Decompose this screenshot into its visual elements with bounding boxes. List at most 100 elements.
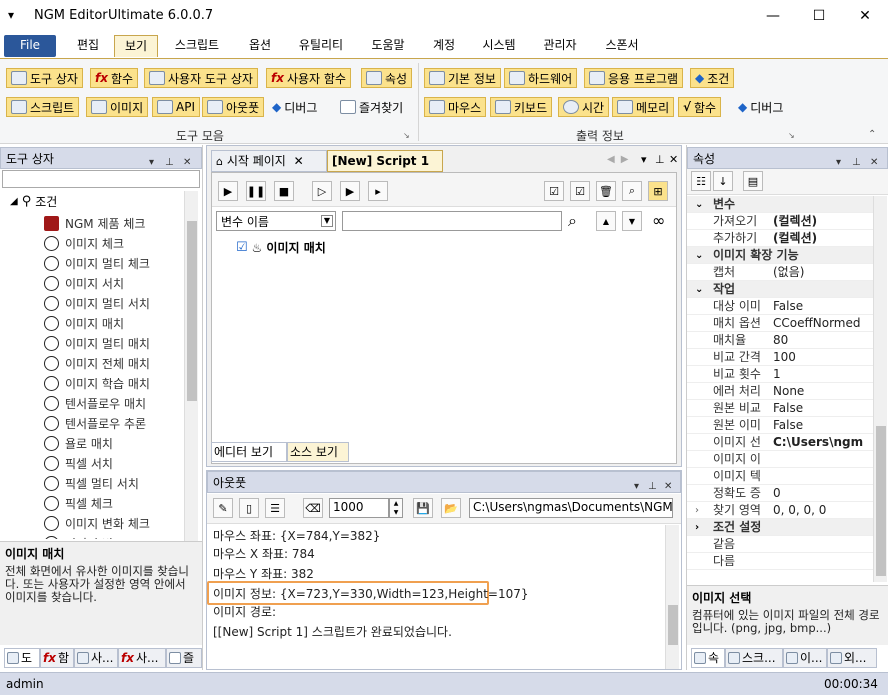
ribbon-hardware-button[interactable]: 하드웨어 [504, 68, 578, 88]
ribbon-user-toolbox-button[interactable]: 사용자 도구 상자 [144, 68, 258, 88]
menu-file[interactable]: File [4, 35, 56, 57]
tree-item[interactable]: 픽셀 체크 [44, 493, 113, 513]
property-category[interactable]: ⌄ 이미지 확장 기능 [687, 247, 873, 264]
ribbon-debug2-button[interactable]: ◆ 디버그 [734, 97, 787, 117]
left-tab-favorites[interactable]: 즐 [166, 648, 202, 668]
property-row[interactable]: 대상 이미 False [687, 298, 873, 315]
toolbox-search-input[interactable] [2, 170, 200, 188]
search-icon[interactable]: ⌕ [568, 211, 577, 231]
move-up-button[interactable]: ▲ [596, 211, 616, 231]
close-button[interactable]: ✕ [842, 0, 888, 32]
ribbon-properties-button[interactable]: 속성 [361, 68, 413, 88]
property-row[interactable]: 정확도 증 0 [687, 485, 873, 502]
ribbon-application-button[interactable]: 응용 프로그램 [584, 68, 684, 88]
sort-alpha-button[interactable]: ↓ [713, 171, 733, 191]
property-row[interactable]: 원본 비교 False [687, 400, 873, 417]
right-tab-image[interactable]: 이... [783, 648, 827, 668]
menu-system[interactable]: 시스템 [474, 35, 524, 57]
category-expand-icon[interactable]: ⌄ [695, 281, 703, 298]
minimize-button[interactable]: — [750, 0, 796, 32]
property-category[interactable]: ⌄ 작업 [687, 281, 873, 298]
output-save-button[interactable]: 💾 [413, 498, 433, 518]
property-row[interactable]: 다름 [687, 553, 873, 570]
infinity-icon[interactable]: ∞ [652, 211, 665, 230]
property-row[interactable]: 추가하기 (컬렉션) [687, 230, 873, 247]
property-value[interactable]: (컬렉션) [773, 230, 873, 247]
tree-item[interactable]: 이미지 멀티 체크 [44, 253, 150, 273]
property-row[interactable]: 가져오기 (컬렉션) [687, 213, 873, 230]
ribbon-image-button[interactable]: 이미지 [86, 97, 149, 117]
tree-item[interactable]: 텐서플로우 매치 [44, 393, 146, 413]
property-value[interactable]: (없음) [773, 264, 873, 281]
property-value[interactable]: False [773, 298, 873, 315]
tree-item[interactable]: 이미지 멀티 서치 [44, 293, 150, 313]
doc-close-icon[interactable]: ✕ [669, 153, 678, 166]
property-row[interactable]: 매치 옵션 CCoeffNormed [687, 315, 873, 332]
right-tab-properties[interactable]: 속 [691, 648, 725, 668]
dropdown-chevron-icon[interactable]: ▼ [321, 215, 333, 227]
property-row[interactable]: 비교 횟수 1 [687, 366, 873, 383]
categorized-button[interactable]: ☷ [691, 171, 711, 191]
group-launcher-icon[interactable]: ↘ [403, 131, 410, 140]
check-button[interactable]: ☑ [570, 181, 590, 201]
menu-view[interactable]: 보기 [114, 35, 158, 57]
property-row[interactable]: 매치율 80 [687, 332, 873, 349]
scroll-thumb[interactable] [187, 221, 197, 401]
output-scroll-thumb[interactable] [668, 605, 678, 645]
props-scrollbar[interactable] [873, 196, 887, 582]
tree-root[interactable]: ◢ ⚲ 조건 [10, 193, 57, 210]
ribbon-output-button[interactable]: 아웃풋 [202, 97, 265, 117]
ribbon-user-function-button[interactable]: fx 사용자 함수 [266, 68, 351, 88]
move-down-button[interactable]: ▼ [622, 211, 642, 231]
tree-item[interactable]: 텐서플로우 추론 [44, 413, 146, 433]
ribbon-script-button[interactable]: 스크립트 [6, 97, 80, 117]
variable-name-select[interactable]: 변수 이름 ▼ [216, 211, 336, 231]
left-tab-user-toolbox[interactable]: 사... [74, 648, 118, 668]
property-value[interactable]: 1 [773, 366, 873, 383]
run-button[interactable]: ▶ [218, 181, 238, 201]
row-expand-icon[interactable]: › [695, 502, 699, 519]
right-tab-script[interactable]: 스크... [725, 648, 783, 668]
property-value[interactable]: 0 [773, 485, 873, 502]
stop-button[interactable]: ■ [274, 181, 294, 201]
property-row[interactable]: 이미지 텍 [687, 468, 873, 485]
right-tab-external[interactable]: 외... [827, 648, 877, 668]
tree-view-button[interactable]: ⊞ [648, 181, 668, 201]
output-clear-button[interactable]: ✎ [213, 498, 233, 518]
menu-options[interactable]: 옵션 [238, 35, 282, 57]
tree-item[interactable]: 이미지 체크 [44, 233, 124, 253]
ribbon-time-button[interactable]: 시간 [558, 97, 610, 117]
doc-pin-icon[interactable]: ⊥ [655, 153, 665, 166]
tree-item[interactable]: 이미지 매치 [44, 313, 124, 333]
output-count-input[interactable]: 1000 [329, 498, 389, 518]
property-row[interactable]: 같음 [687, 536, 873, 553]
tree-item[interactable]: 욜로 매치 [44, 433, 113, 453]
maximize-button[interactable]: ☐ [796, 0, 842, 32]
tab-editor-view[interactable]: 에디터 보기 [211, 442, 287, 462]
tree-item[interactable]: 이미지 전체 매치 [44, 353, 150, 373]
property-value[interactable]: None [773, 383, 873, 400]
left-tab-function[interactable]: fx 함 [40, 648, 74, 668]
tab-source-view[interactable]: 소스 보기 [287, 442, 349, 462]
node-checkbox-icon[interactable]: ☑ [236, 240, 248, 255]
ribbon-toolbox-button[interactable]: 도구 상자 [6, 68, 83, 88]
menu-script[interactable]: 스크립트 [164, 35, 230, 57]
script-node-image-match[interactable]: ☑ ♨ 이미지 매치 [236, 239, 326, 256]
group-launcher2-icon[interactable]: ↘ [788, 131, 795, 140]
left-tab-toolbox[interactable]: 도 [4, 648, 40, 668]
tab-close-icon[interactable]: ✕ [294, 154, 304, 168]
window-menu-icon[interactable]: ▾ [8, 8, 14, 22]
props-scroll-thumb[interactable] [876, 426, 886, 576]
tree-item[interactable]: NGM 제품 체크 [44, 213, 145, 233]
ribbon-memory-button[interactable]: 메모리 [612, 97, 675, 117]
tree-item[interactable]: 이미지 멀티 매치 [44, 333, 150, 353]
property-value[interactable]: False [773, 400, 873, 417]
menu-admin[interactable]: 관리자 [534, 35, 586, 57]
property-value[interactable]: 0, 0, 0, 0 [773, 502, 873, 519]
property-row[interactable]: 비교 간격 100 [687, 349, 873, 366]
tab-start-page[interactable]: ⌂ 시작 페이지 ✕ [211, 150, 327, 172]
menu-edit[interactable]: 편집 [66, 35, 110, 57]
output-scrollbar[interactable] [665, 525, 679, 669]
doc-menu-icon[interactable]: ▾ [641, 153, 647, 166]
menu-account[interactable]: 계정 [422, 35, 466, 57]
